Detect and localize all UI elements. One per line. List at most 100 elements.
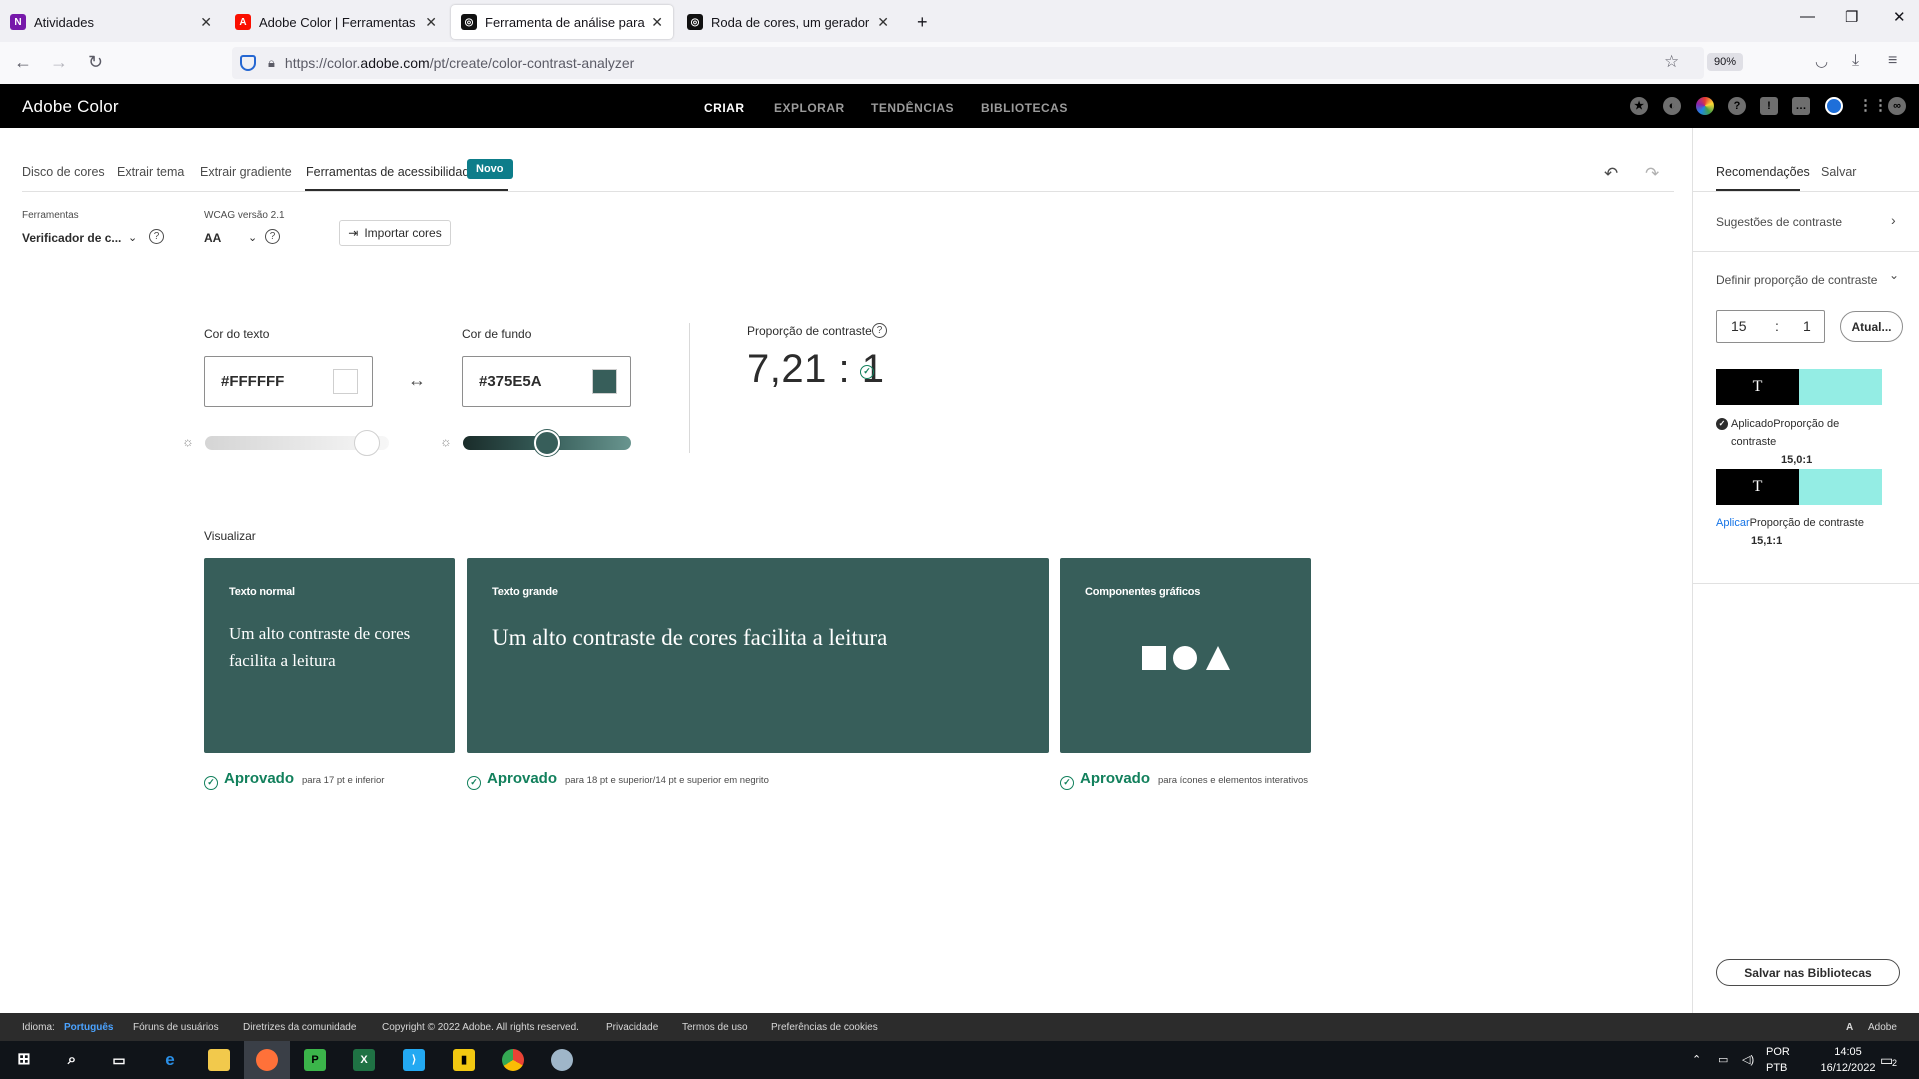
close-window-icon[interactable]: ✕ bbox=[1893, 8, 1906, 26]
contrast-suggestions-link[interactable]: Sugestões de contraste bbox=[1716, 215, 1842, 229]
tray-chevron-icon[interactable]: ⌃ bbox=[1692, 1053, 1701, 1066]
paint-icon[interactable] bbox=[551, 1049, 573, 1071]
import-colors-button[interactable]: ⇥ Importar cores bbox=[339, 220, 451, 246]
chevron-down-icon[interactable]: ⌄ bbox=[128, 231, 137, 244]
tab-color-wheel[interactable]: Disco de cores bbox=[22, 165, 105, 179]
bookmark-star-icon[interactable]: ☆ bbox=[1664, 52, 1679, 72]
forward-icon[interactable]: → bbox=[50, 52, 68, 73]
color-wheel-icon[interactable] bbox=[1696, 97, 1714, 115]
suggestion-swatch-2[interactable]: T bbox=[1716, 469, 1882, 505]
url-bar[interactable]: 🔒︎ https://color.adobe.com/pt/create/col… bbox=[232, 47, 1704, 79]
close-tab-icon[interactable]: ✕ bbox=[425, 14, 437, 31]
notification-icon[interactable]: ! bbox=[1760, 97, 1778, 115]
avatar[interactable] bbox=[1825, 97, 1843, 115]
shield-icon[interactable] bbox=[240, 55, 256, 71]
star-icon[interactable]: ★ bbox=[1630, 97, 1648, 115]
nav-criar[interactable]: CRIAR bbox=[704, 101, 745, 115]
keyboard-lang-1[interactable]: POR bbox=[1766, 1046, 1790, 1058]
footer-link-cookies[interactable]: Preferências de cookies bbox=[771, 1022, 878, 1033]
powerbi-icon[interactable]: ▮ bbox=[453, 1049, 475, 1071]
windows-start-icon[interactable]: ⊞ bbox=[13, 1049, 35, 1071]
keyboard-lang-2[interactable]: PTB bbox=[1766, 1062, 1787, 1074]
tab-extract-theme[interactable]: Extrair tema bbox=[117, 165, 184, 179]
network-icon[interactable]: ▭ bbox=[1718, 1053, 1728, 1066]
browser-tab[interactable]: A Adobe Color | Ferramentas de a ✕ bbox=[225, 6, 447, 38]
tab-extract-gradient[interactable]: Extrair gradiente bbox=[200, 165, 292, 179]
preview-card-large: Texto grande Um alto contraste de cores … bbox=[467, 558, 1049, 753]
ratio-left-value[interactable]: 15 bbox=[1731, 318, 1747, 334]
close-tab-icon[interactable]: ✕ bbox=[200, 14, 212, 31]
nav-explorar[interactable]: EXPLORAR bbox=[774, 101, 845, 115]
suggestion-swatch-1[interactable]: T bbox=[1716, 369, 1882, 405]
swap-icon[interactable]: ↔ bbox=[408, 370, 426, 391]
vscode-icon[interactable]: ⟩ bbox=[403, 1049, 425, 1071]
lock-icon[interactable]: 🔒︎ bbox=[268, 55, 275, 71]
pass-note: para 18 pt e superior/14 pt e superior e… bbox=[565, 775, 769, 786]
chrome-icon[interactable] bbox=[502, 1049, 524, 1071]
divider bbox=[22, 191, 1674, 192]
chat-icon[interactable]: … bbox=[1792, 97, 1810, 115]
close-tab-icon[interactable]: ✕ bbox=[877, 14, 889, 31]
browser-tab[interactable]: ◎ Roda de cores, um gerador de p ✕ bbox=[677, 6, 899, 38]
new-tab-button[interactable]: + bbox=[907, 6, 933, 38]
pass-check-icon: ✓ bbox=[1060, 776, 1074, 790]
task-view-icon[interactable]: ▭ bbox=[108, 1049, 130, 1071]
apply-link[interactable]: Aplicar bbox=[1716, 517, 1750, 529]
ratio-right-value[interactable]: 1 bbox=[1803, 318, 1811, 334]
apps-grid-icon[interactable]: ⋮⋮ bbox=[1858, 97, 1888, 115]
footer-link-terms[interactable]: Termos de uso bbox=[682, 1022, 748, 1033]
slider-thumb[interactable] bbox=[534, 430, 560, 456]
restore-icon[interactable]: ❐ bbox=[1845, 8, 1858, 26]
chevron-down-icon[interactable]: ⌄ bbox=[1889, 268, 1899, 282]
reload-icon[interactable]: ↻ bbox=[88, 52, 103, 73]
wcag-dropdown[interactable]: AA bbox=[204, 231, 221, 245]
download-icon[interactable]: ⤓ bbox=[1852, 52, 1859, 70]
ratio-input[interactable]: 15 : 1 bbox=[1716, 310, 1825, 343]
close-tab-icon[interactable]: ✕ bbox=[651, 14, 663, 31]
browser-tab-active[interactable]: ◎ Ferramenta de análise para verif ✕ bbox=[451, 5, 673, 39]
brand-logo[interactable]: Adobe Color bbox=[22, 97, 119, 117]
update-button[interactable]: Atual... bbox=[1840, 311, 1903, 342]
define-ratio-label[interactable]: Definir proporção de contraste bbox=[1716, 273, 1877, 287]
search-icon[interactable]: ⌕ bbox=[61, 1049, 83, 1071]
file-explorer-icon[interactable] bbox=[208, 1049, 230, 1071]
tools-dropdown[interactable]: Verificador de c... bbox=[22, 231, 121, 245]
help-icon[interactable]: ? bbox=[872, 323, 887, 338]
tab-accessibility-tools[interactable]: Ferramentas de acessibilidade bbox=[306, 165, 476, 179]
minimize-icon[interactable]: — bbox=[1800, 8, 1815, 25]
language-link[interactable]: Português bbox=[64, 1022, 113, 1033]
excel-icon[interactable]: X bbox=[353, 1049, 375, 1071]
nav-bibliotecas[interactable]: BIBLIOTECAS bbox=[981, 101, 1068, 115]
moon-icon[interactable]: ◐ bbox=[1663, 97, 1681, 115]
nav-tendencias[interactable]: TENDÊNCIAS bbox=[871, 101, 954, 115]
clock-time[interactable]: 14:05 bbox=[1818, 1046, 1878, 1058]
chevron-down-icon[interactable]: ⌄ bbox=[248, 231, 257, 244]
firefox-icon[interactable] bbox=[256, 1049, 278, 1071]
bg-color-swatch[interactable] bbox=[592, 369, 617, 394]
clock-date[interactable]: 16/12/2022 bbox=[1818, 1062, 1878, 1074]
creative-cloud-icon[interactable]: ∞ bbox=[1888, 97, 1906, 115]
tab-recommendations[interactable]: Recomendações bbox=[1716, 165, 1810, 179]
undo-icon[interactable]: ↶ bbox=[1604, 164, 1618, 184]
tab-save[interactable]: Salvar bbox=[1821, 165, 1856, 179]
redo-icon[interactable]: ↷ bbox=[1645, 164, 1659, 184]
zoom-level[interactable]: 90% bbox=[1706, 53, 1743, 71]
notepad-plus-icon[interactable]: P bbox=[304, 1049, 326, 1071]
browser-nav-bar: ← → ↻ 🔒︎ https://color.adobe.com/pt/crea… bbox=[0, 42, 1919, 84]
volume-icon[interactable]: ◁) bbox=[1742, 1053, 1754, 1066]
help-icon[interactable]: ? bbox=[149, 229, 164, 244]
footer-link-forums[interactable]: Fóruns de usuários bbox=[133, 1022, 219, 1033]
save-to-libraries-button[interactable]: Salvar nas Bibliotecas bbox=[1716, 959, 1900, 986]
slider-thumb[interactable] bbox=[353, 430, 380, 456]
back-icon[interactable]: ← bbox=[14, 52, 32, 73]
footer-link-privacy[interactable]: Privacidade bbox=[606, 1022, 658, 1033]
help-icon[interactable]: ? bbox=[265, 229, 280, 244]
chevron-right-icon[interactable]: › bbox=[1891, 212, 1896, 228]
browser-tab[interactable]: N Atividades ✕ bbox=[0, 6, 222, 38]
menu-icon[interactable]: ≡ bbox=[1888, 52, 1897, 70]
help-icon[interactable]: ? bbox=[1728, 97, 1746, 115]
pocket-icon[interactable]: ◡ bbox=[1815, 52, 1828, 70]
footer-link-guidelines[interactable]: Diretrizes da comunidade bbox=[243, 1022, 356, 1033]
edge-icon[interactable]: e bbox=[159, 1049, 181, 1071]
text-color-swatch[interactable] bbox=[333, 369, 358, 394]
